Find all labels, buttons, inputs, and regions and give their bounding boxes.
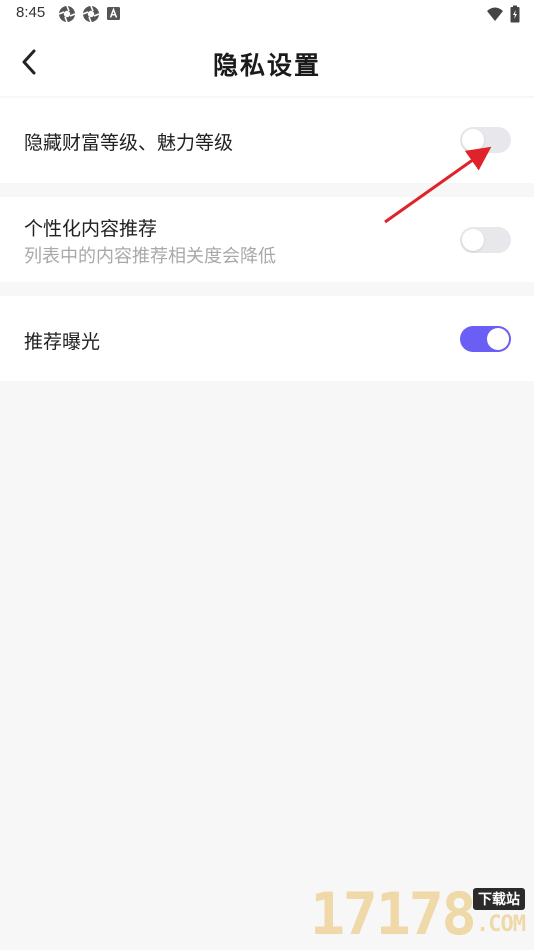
app-a-icon	[107, 7, 120, 20]
watermark-suffix: .COM	[476, 912, 526, 937]
setting-title: 推荐曝光	[24, 331, 101, 353]
setting-row-hide-levels: 隐藏财富等级、魅力等级	[0, 98, 534, 183]
page-title: 隐私设置	[212, 51, 321, 80]
watermark-logo: 17178 下载站 .COM	[310, 880, 532, 948]
toggle-knob	[462, 229, 484, 251]
setting-subtitle: 列表中的内容推荐相关度会降低	[24, 246, 276, 267]
hide-levels-toggle[interactable]	[460, 127, 511, 153]
watermark-badge: 下载站	[473, 888, 525, 910]
status-time: 8:45	[16, 4, 46, 21]
toggle-knob	[487, 328, 509, 350]
status-system-icons	[486, 5, 520, 23]
status-bar: 8:45	[0, 0, 534, 28]
watermark-digits: 17178	[310, 880, 477, 948]
status-notification-icons	[58, 5, 122, 23]
setting-title: 隐藏财富等级、魅力等级	[24, 132, 234, 154]
setting-row-recommend-exposure: 推荐曝光	[0, 296, 534, 381]
setting-title: 个性化内容推荐	[24, 218, 158, 240]
header-bar: 隐私设置	[0, 28, 534, 96]
personalized-content-toggle[interactable]	[460, 227, 511, 253]
battery-icon	[510, 5, 520, 23]
aperture-icon	[82, 5, 100, 23]
aperture-icon	[58, 5, 76, 23]
toggle-knob	[462, 129, 484, 151]
setting-row-personalized-content: 个性化内容推荐 列表中的内容推荐相关度会降低	[0, 197, 534, 282]
wifi-icon	[487, 7, 503, 21]
recommend-exposure-toggle[interactable]	[460, 326, 511, 352]
